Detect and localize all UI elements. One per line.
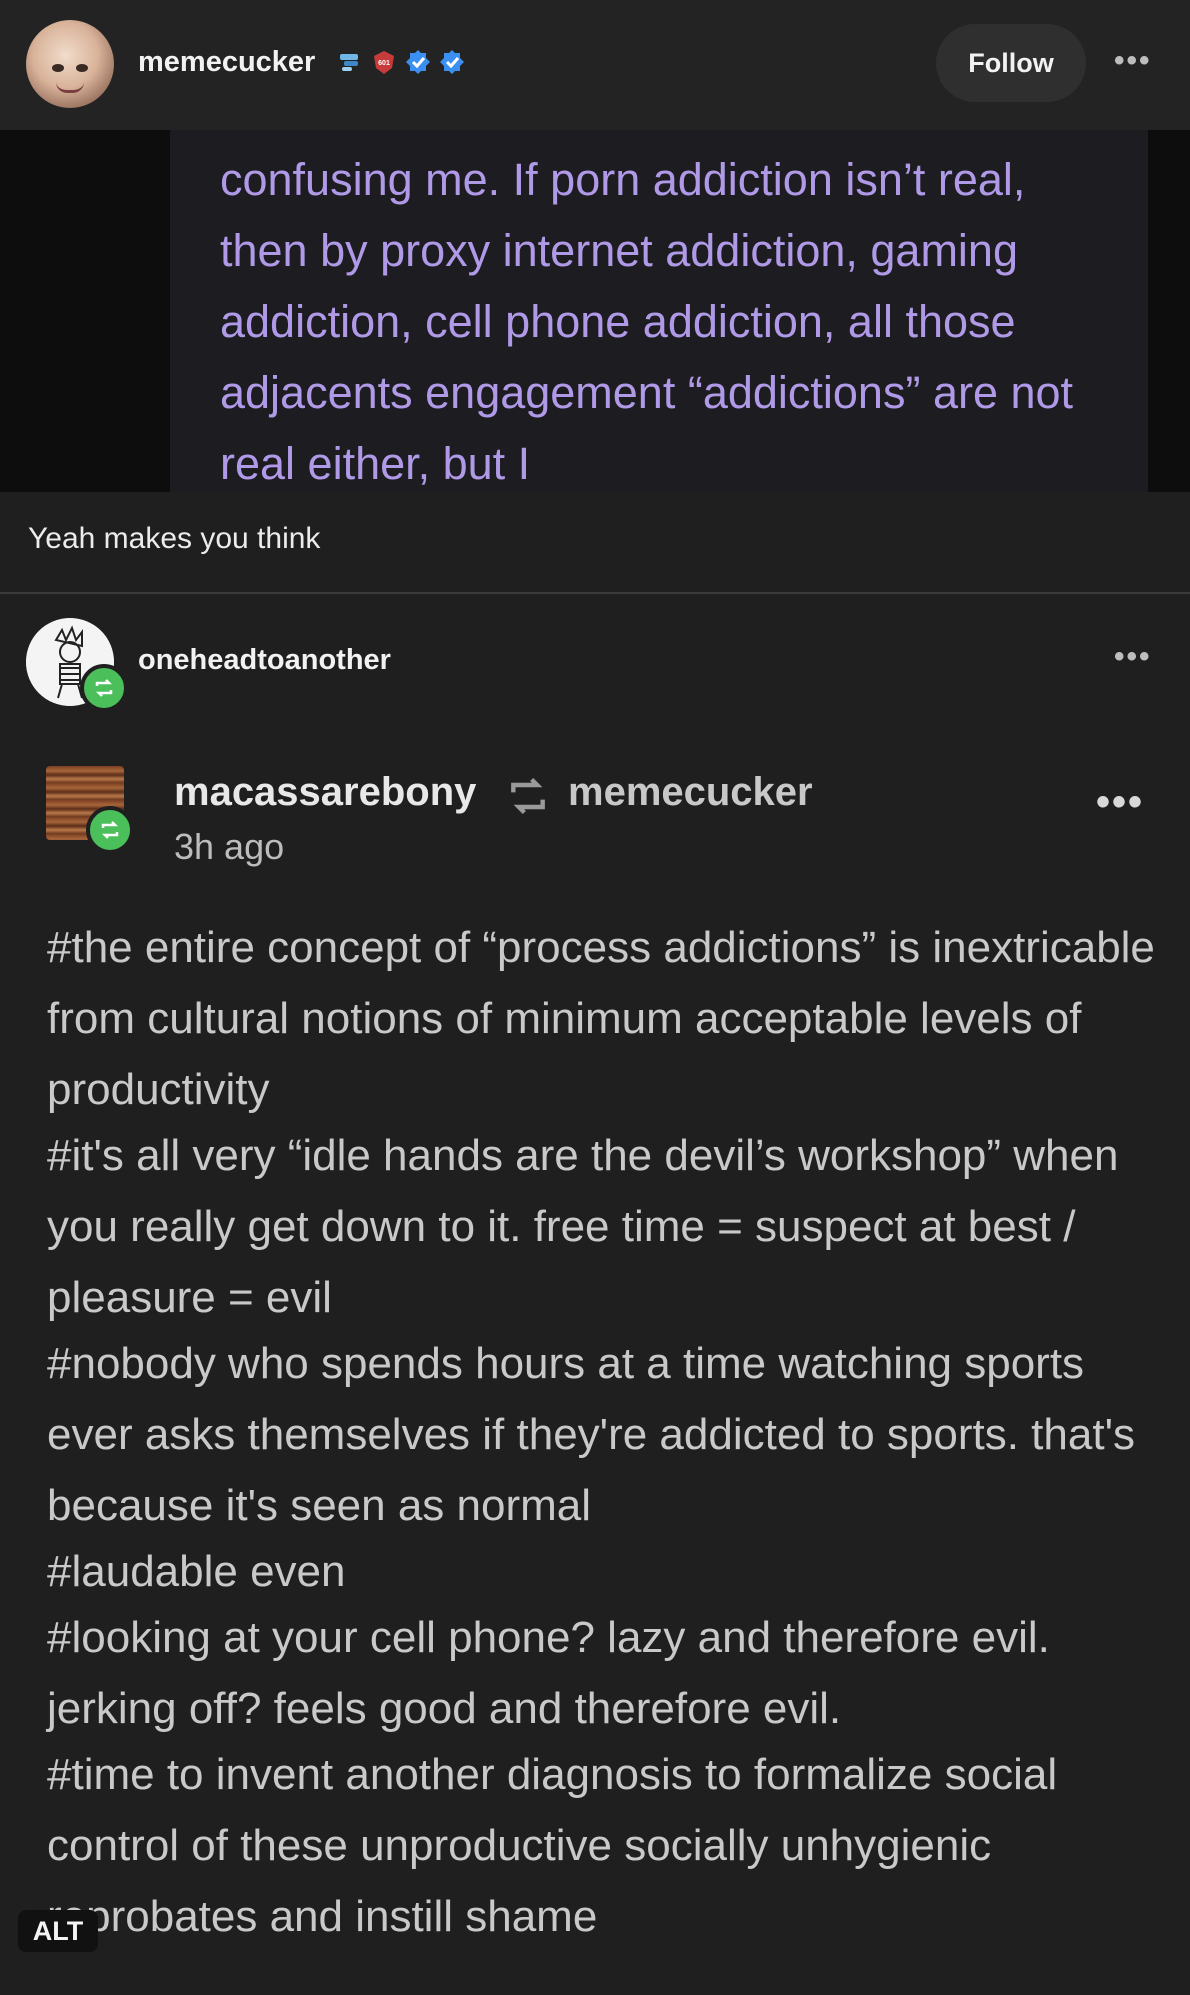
verified-badge-icon [440,50,464,74]
avatar-memecucker[interactable] [26,20,114,108]
tag-text: #nobody who spends hours at a time watch… [47,1339,1135,1530]
avatar-mouth [56,82,84,93]
post-caption: Yeah makes you think [28,522,321,555]
reblog-more-options-icon[interactable]: ••• [1114,640,1152,674]
follow-button[interactable]: Follow [936,24,1086,102]
inner-post-author: macassarebony [174,770,477,814]
svg-text:601: 601 [378,60,390,67]
post-image: confusing me. If porn addiction isn’t re… [0,130,1190,492]
alt-text-button[interactable]: ALT [18,1910,98,1952]
post-header: memecucker 601 Follow ••• [0,0,1190,130]
badge-row: 601 [336,48,466,76]
tag-text: #looking at your cell phone? lazy and th… [47,1613,1050,1733]
blog-name[interactable]: memecucker [138,46,315,79]
tag-text: #the entire concept of “process addictio… [47,923,1155,1114]
tag-text: #time to invent another diagnosis to for… [47,1750,1058,1941]
reblog-icon [80,664,128,712]
inner-post-source: memecucker [568,770,813,814]
embedded-screenshot: confusing me. If porn addiction isn’t re… [170,130,1148,492]
reblog-icon [86,806,134,854]
tag-list: #the entire concept of “process addictio… [47,912,1157,1947]
tag-text: #it's all very “idle hands are the devil… [47,1131,1119,1322]
reblog-arrows-icon [511,777,545,815]
avatar-eye [52,64,64,72]
inner-more-options-icon: ••• [1096,780,1145,824]
verified-badge-icon [406,50,430,74]
inner-post-time: 3h ago [174,826,285,867]
divider [0,592,1190,594]
reblogger-name[interactable]: oneheadtoanother [138,644,391,677]
embedded-screenshot-text: confusing me. If porn addiction isn’t re… [220,154,1074,489]
scroll-badge-icon [340,54,358,71]
shield-badge-icon: 601 [374,51,394,74]
avatar-eye [76,64,88,72]
more-options-icon[interactable]: ••• [1114,44,1152,78]
tag-text: #laudable even [47,1547,346,1596]
